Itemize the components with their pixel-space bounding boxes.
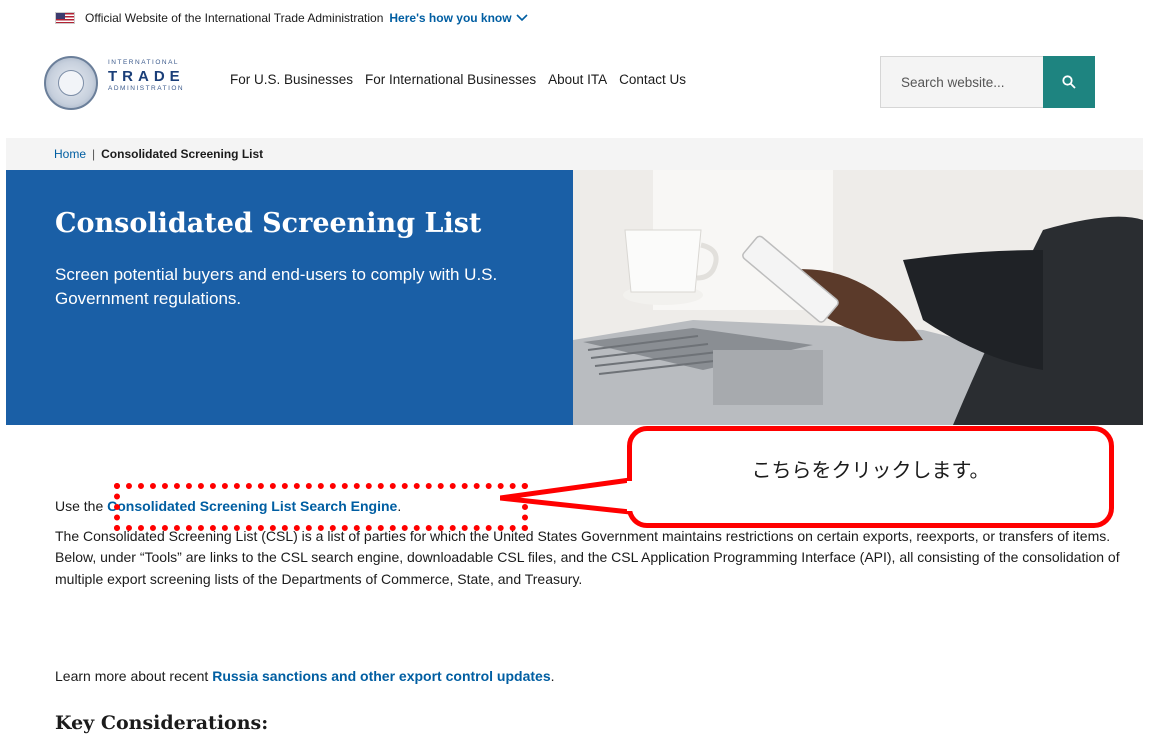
key-considerations-heading: Key Considerations: bbox=[55, 712, 269, 734]
learn-more-suffix: . bbox=[550, 668, 555, 684]
callout-pointer-join bbox=[627, 481, 635, 511]
how-you-know-label[interactable]: Here's how you know bbox=[389, 11, 511, 25]
gov-banner: Official Website of the International Tr… bbox=[0, 0, 1149, 36]
chevron-down-icon bbox=[516, 14, 528, 22]
hero-image bbox=[573, 170, 1143, 425]
nav-contact-us[interactable]: Contact Us bbox=[619, 72, 686, 87]
annotation-highlight-box bbox=[114, 483, 528, 531]
breadcrumb-home[interactable]: Home bbox=[54, 147, 86, 161]
learn-more-paragraph: Learn more about recent Russia sanctions… bbox=[55, 668, 555, 684]
search-input[interactable] bbox=[880, 56, 1043, 108]
nav-international-businesses[interactable]: For International Businesses bbox=[365, 72, 536, 87]
ita-logo[interactable]: INTERNATIONAL TRADE ADMINISTRATION bbox=[108, 59, 218, 92]
breadcrumb: Home | Consolidated Screening List bbox=[6, 138, 1143, 170]
csl-description: The Consolidated Screening List (CSL) is… bbox=[55, 528, 1120, 587]
hero-banner: Consolidated Screening List Screen poten… bbox=[6, 170, 573, 425]
intro-prefix: Use the bbox=[55, 498, 108, 514]
main-nav: For U.S. Businesses For International Bu… bbox=[230, 72, 698, 87]
learn-more-prefix: Learn more about recent bbox=[55, 668, 213, 684]
us-flag-icon bbox=[55, 12, 75, 24]
hero-subtitle: Screen potential buyers and end-users to… bbox=[55, 265, 498, 308]
nav-us-businesses[interactable]: For U.S. Businesses bbox=[230, 72, 353, 87]
search-icon bbox=[1062, 75, 1076, 89]
logo-line2: TRADE bbox=[108, 67, 185, 85]
logo-line1: INTERNATIONAL bbox=[108, 59, 180, 66]
logo-line3: ADMINISTRATION bbox=[108, 84, 185, 92]
how-you-know-toggle[interactable]: Here's how you know bbox=[389, 11, 528, 25]
annotation-callout: こちらをクリックします。 bbox=[627, 426, 1114, 528]
russia-sanctions-link[interactable]: Russia sanctions and other export contro… bbox=[212, 668, 550, 684]
site-header: INTERNATIONAL TRADE ADMINISTRATION For U… bbox=[0, 48, 1149, 118]
annotation-pointer bbox=[500, 477, 633, 515]
page-title: Consolidated Screening List bbox=[55, 208, 482, 239]
commerce-seal-logo[interactable] bbox=[44, 56, 98, 110]
breadcrumb-current: Consolidated Screening List bbox=[101, 147, 264, 161]
hero-photo-illustration bbox=[573, 170, 1143, 425]
search-button[interactable] bbox=[1043, 56, 1095, 108]
gov-banner-text: Official Website of the International Tr… bbox=[85, 11, 384, 25]
breadcrumb-separator: | bbox=[92, 147, 96, 161]
search-form bbox=[880, 56, 1095, 108]
nav-about-ita[interactable]: About ITA bbox=[548, 72, 607, 87]
annotation-callout-text: こちらをクリックします。 bbox=[751, 457, 990, 482]
